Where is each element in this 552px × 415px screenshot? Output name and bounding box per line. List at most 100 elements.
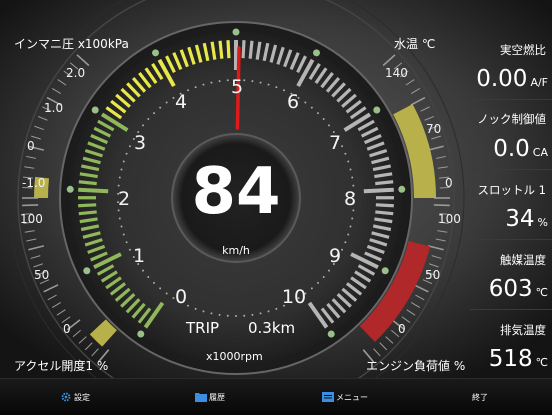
divider bbox=[470, 99, 552, 100]
dot-ring-mark bbox=[311, 107, 313, 109]
dot-ring-mark bbox=[159, 287, 161, 289]
engine-load-title: エンジン負荷値 % bbox=[366, 357, 465, 374]
boost-pressure-title: インマニ圧 x100kPa bbox=[14, 35, 129, 52]
gear-icon bbox=[60, 392, 72, 402]
rpm-number: 5 bbox=[231, 76, 243, 98]
dot-ring-mark bbox=[187, 305, 189, 307]
accel-tick: 50 bbox=[34, 268, 49, 282]
dot-ring-mark bbox=[119, 177, 121, 179]
dot-ring-mark bbox=[118, 185, 120, 187]
history-button[interactable]: 履歴 bbox=[175, 379, 245, 415]
engine-load-tick: 100 bbox=[438, 212, 461, 226]
readout-title: 排気温度 bbox=[500, 322, 546, 338]
dot-ring-mark bbox=[166, 292, 168, 294]
dot-ring-mark bbox=[119, 217, 121, 219]
accel-tick: 100 bbox=[20, 212, 43, 226]
dot-ring-mark bbox=[195, 308, 197, 310]
trip-value: 0.3km bbox=[248, 319, 295, 337]
dot-ring-mark bbox=[275, 308, 277, 310]
rpm-major-dot bbox=[67, 186, 74, 193]
rpm-number: 6 bbox=[287, 91, 299, 113]
rpm-tick bbox=[78, 205, 96, 206]
dot-ring-mark bbox=[129, 145, 131, 147]
dot-ring-mark bbox=[341, 249, 343, 251]
water-temp-title: 水温 ℃ bbox=[394, 35, 435, 52]
speed-value: 84 bbox=[186, 152, 286, 232]
dot-ring-mark bbox=[260, 82, 262, 84]
rpm-tick bbox=[250, 41, 252, 59]
settings-button[interactable]: 設定 bbox=[40, 379, 110, 415]
dot-ring-mark bbox=[227, 315, 229, 317]
rpm-number: 0 bbox=[175, 286, 187, 308]
rpm-tick bbox=[79, 182, 97, 184]
dot-ring-mark bbox=[126, 153, 128, 155]
dot-ring-mark bbox=[328, 270, 330, 272]
rpm-major-dot bbox=[92, 107, 99, 114]
rpm-major-dot bbox=[233, 29, 240, 36]
dot-ring-mark bbox=[129, 249, 131, 251]
dot-ring-mark bbox=[243, 315, 245, 317]
dot-ring-mark bbox=[126, 241, 128, 243]
dot-ring-mark bbox=[323, 118, 325, 120]
dot-ring-mark bbox=[142, 270, 144, 272]
rpm-unit: x1000rpm bbox=[206, 350, 263, 363]
dot-ring-mark bbox=[166, 102, 168, 104]
dot-ring-mark bbox=[352, 185, 354, 187]
dot-ring-mark bbox=[268, 84, 270, 86]
dot-ring-mark bbox=[317, 282, 319, 284]
rpm-major-dot bbox=[328, 330, 335, 337]
dot-ring-mark bbox=[235, 315, 237, 317]
dot-ring-mark bbox=[347, 161, 349, 163]
exit-label: 終了 bbox=[472, 392, 488, 403]
exit-button[interactable]: 終了 bbox=[445, 379, 515, 415]
dashboard-screen: インマニ圧 x100kPa 2.0 1.0 0 -1.0 100 50 0 アク… bbox=[0, 0, 552, 414]
dot-ring-mark bbox=[227, 79, 229, 81]
dot-ring-mark bbox=[344, 153, 346, 155]
bottom-toolbar: 設定 履歴 メニュー 終了 bbox=[0, 378, 552, 415]
dot-ring-mark bbox=[187, 89, 189, 91]
dot-ring-mark bbox=[323, 276, 325, 278]
divider bbox=[470, 239, 552, 240]
dot-ring-mark bbox=[344, 241, 346, 243]
rpm-tick bbox=[79, 212, 97, 214]
side-gauge-tick bbox=[22, 205, 38, 206]
dot-ring-mark bbox=[153, 282, 155, 284]
dot-ring-mark bbox=[123, 233, 125, 235]
readout-value: 518℃ bbox=[489, 346, 548, 372]
dot-ring-mark bbox=[210, 82, 212, 84]
readout-value: 0.00A/F bbox=[476, 66, 548, 92]
dot-ring-mark bbox=[219, 80, 221, 82]
settings-label: 設定 bbox=[74, 392, 90, 403]
menu-button[interactable]: メニュー bbox=[305, 379, 385, 415]
readout-panel: 実空燃比 0.00A/F ノック制御値 0.0CA スロットル 1 34% 触媒… bbox=[466, 30, 552, 378]
rpm-major-dot bbox=[398, 186, 405, 193]
boost-tick: 1.0 bbox=[44, 101, 63, 115]
boost-tick: 0 bbox=[27, 139, 35, 153]
boost-tick: 2.0 bbox=[66, 66, 85, 80]
rpm-major-dot bbox=[313, 49, 320, 56]
dot-ring-mark bbox=[121, 168, 123, 170]
rpm-number: 3 bbox=[134, 132, 146, 154]
dot-ring-mark bbox=[351, 177, 353, 179]
boost-tick: -1.0 bbox=[22, 176, 45, 190]
rpm-tick bbox=[78, 190, 108, 192]
dot-ring-mark bbox=[260, 312, 262, 314]
divider bbox=[470, 169, 552, 170]
dot-ring-mark bbox=[195, 86, 197, 88]
dot-ring-mark bbox=[328, 124, 330, 126]
readout-value: 0.0CA bbox=[493, 136, 548, 162]
rpm-major-dot bbox=[83, 267, 90, 274]
rpm-major-dot bbox=[137, 330, 144, 337]
rpm-tick bbox=[375, 212, 393, 214]
menu-label: メニュー bbox=[336, 392, 368, 403]
readout-title: 実空燃比 bbox=[500, 42, 546, 58]
rpm-number: 10 bbox=[282, 286, 306, 308]
dot-ring-mark bbox=[349, 226, 351, 228]
rpm-number: 1 bbox=[133, 245, 145, 267]
dot-ring-mark bbox=[275, 86, 277, 88]
dot-ring-mark bbox=[210, 312, 212, 314]
rpm-number: 7 bbox=[329, 132, 341, 154]
divider bbox=[470, 309, 552, 310]
dot-ring-mark bbox=[243, 79, 245, 81]
rpm-number: 4 bbox=[175, 91, 187, 113]
